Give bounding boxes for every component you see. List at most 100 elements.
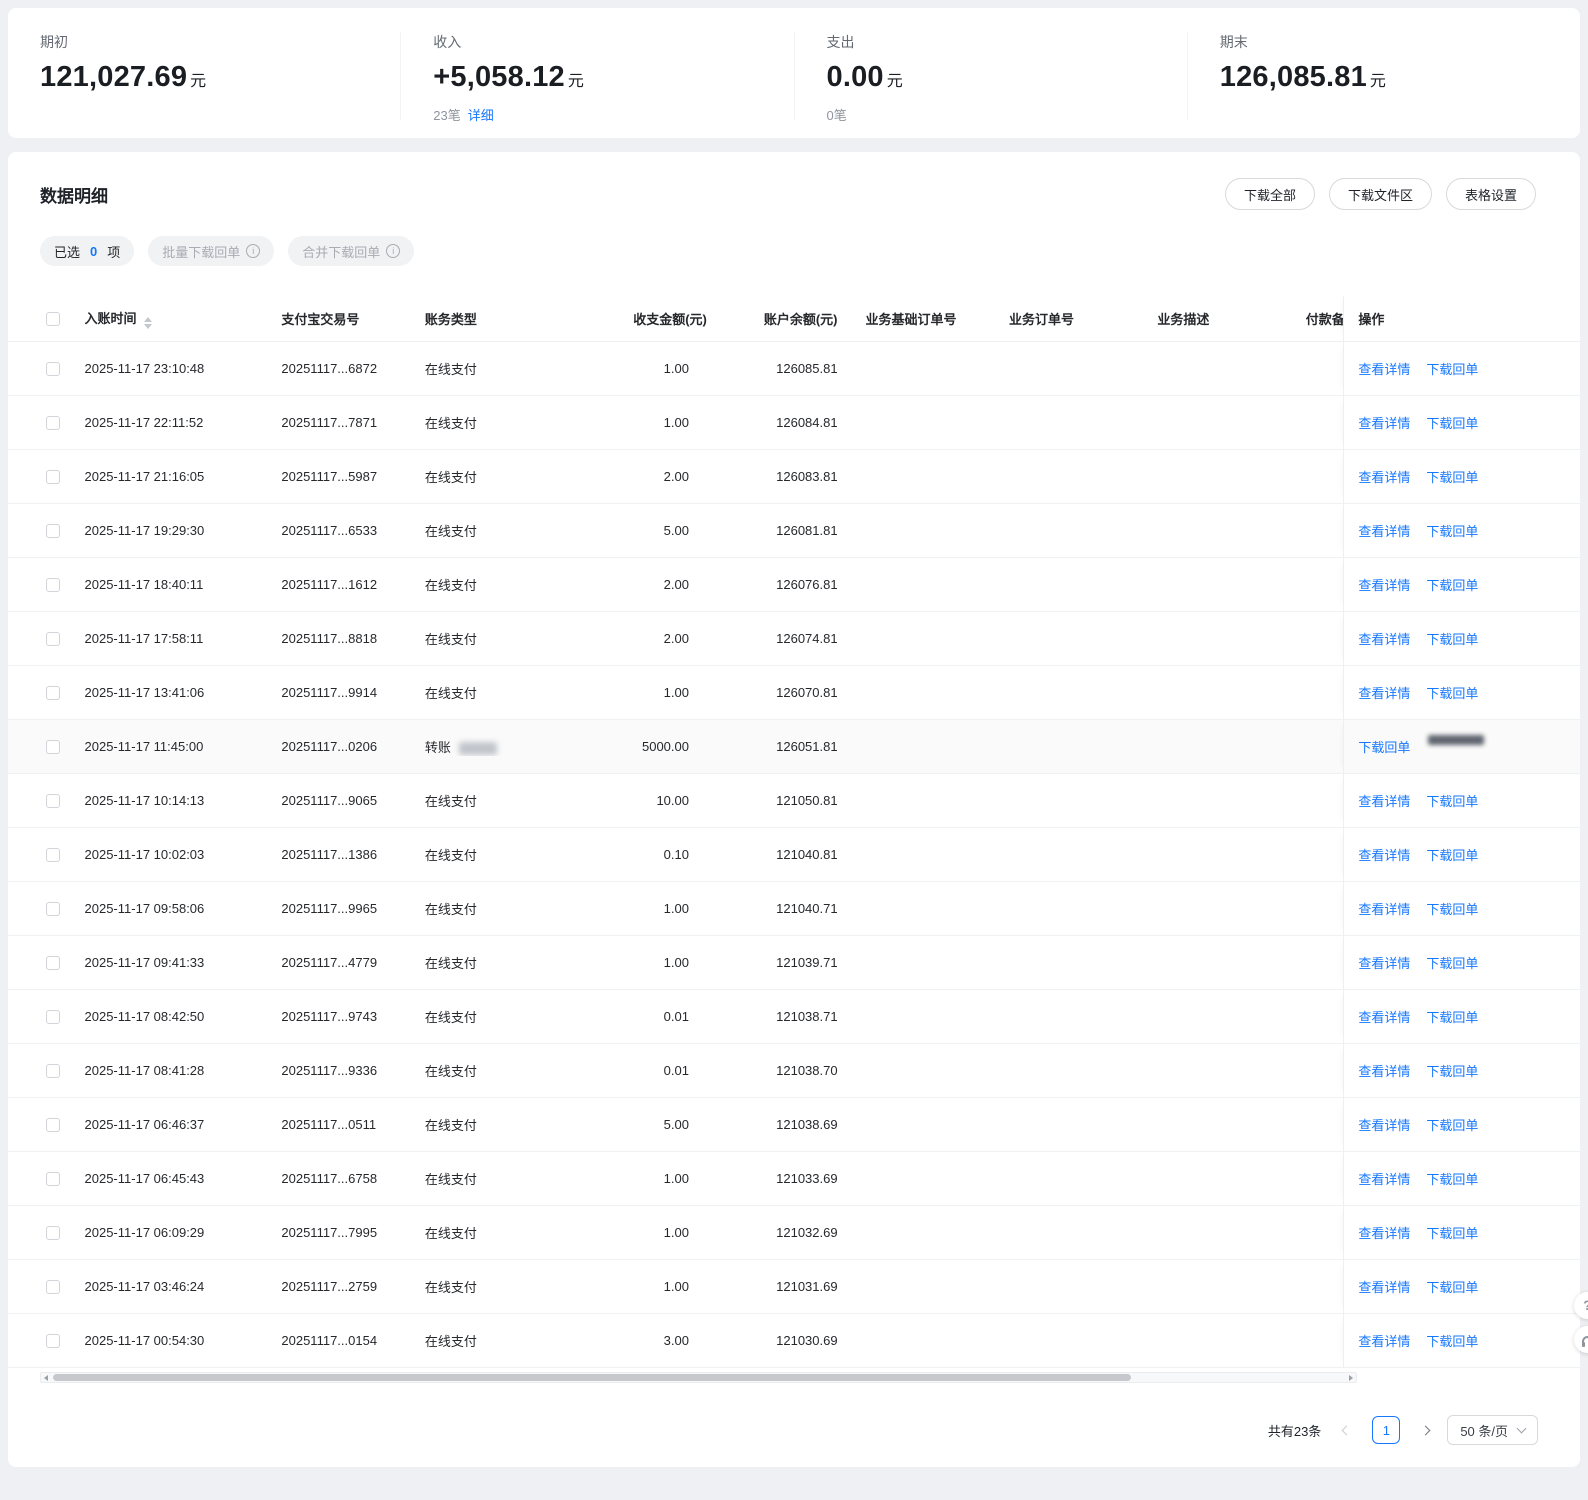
table-row[interactable]: 2025-11-17 09:41:33 20251117...4779 在线支付… bbox=[8, 936, 1581, 990]
row-checkbox[interactable] bbox=[46, 956, 60, 971]
customer-service-icon[interactable] bbox=[1574, 1326, 1588, 1353]
table-row[interactable]: 2025-11-17 18:40:11 20251117...1612 在线支付… bbox=[8, 558, 1581, 612]
batch-download-receipts-button[interactable]: 批量下载回单 bbox=[148, 236, 275, 266]
row-checkbox[interactable] bbox=[46, 1334, 60, 1349]
view-detail-link[interactable]: 查看详情 bbox=[1358, 1277, 1410, 1296]
download-receipt-link[interactable]: 下载回单 bbox=[1426, 1115, 1478, 1134]
cell-balance: 121039.71 bbox=[776, 955, 838, 970]
row-checkbox[interactable] bbox=[46, 1280, 60, 1295]
download-receipt-link[interactable]: 下载回单 bbox=[1426, 575, 1478, 594]
view-detail-link[interactable]: 查看详情 bbox=[1358, 791, 1410, 810]
download-receipt-link[interactable]: 下载回单 bbox=[1426, 413, 1478, 432]
row-checkbox[interactable] bbox=[46, 1010, 60, 1025]
row-checkbox[interactable] bbox=[46, 1226, 60, 1241]
sort-icon[interactable] bbox=[143, 317, 152, 329]
row-checkbox[interactable] bbox=[46, 416, 60, 431]
horizontal-scrollbar[interactable] bbox=[40, 1372, 1357, 1383]
view-detail-link[interactable]: 查看详情 bbox=[1358, 629, 1410, 648]
table-row[interactable]: 2025-11-17 08:42:50 20251117...9743 在线支付… bbox=[8, 990, 1581, 1044]
table-row[interactable]: 2025-11-17 06:45:43 20251117...6758 在线支付… bbox=[8, 1152, 1581, 1206]
column-entry-time[interactable]: 入账时间 bbox=[85, 308, 282, 329]
table-row[interactable]: 2025-11-17 10:02:03 20251117...1386 在线支付… bbox=[8, 828, 1581, 882]
download-receipt-link[interactable]: 下载回单 bbox=[1426, 845, 1478, 864]
table-row[interactable]: 2025-11-17 19:29:30 20251117...6533 在线支付… bbox=[8, 504, 1581, 558]
download-receipt-link[interactable]: 下载回单 bbox=[1426, 791, 1478, 810]
view-detail-link[interactable]: 查看详情 bbox=[1358, 683, 1410, 702]
table-row[interactable]: 2025-11-17 03:46:24 20251117...2759 在线支付… bbox=[8, 1260, 1581, 1314]
row-checkbox[interactable] bbox=[46, 902, 60, 917]
cell-amount: 5.00 bbox=[663, 1117, 689, 1132]
table-settings-button[interactable]: 表格设置 bbox=[1445, 178, 1536, 210]
view-detail-link[interactable]: 查看详情 bbox=[1358, 359, 1410, 378]
view-detail-link[interactable]: 查看详情 bbox=[1358, 953, 1410, 972]
download-receipt-link[interactable]: 下载回单 bbox=[1426, 629, 1478, 648]
view-detail-link[interactable]: 查看详情 bbox=[1358, 575, 1410, 594]
row-checkbox[interactable] bbox=[46, 1118, 60, 1133]
row-checkbox[interactable] bbox=[46, 1172, 60, 1187]
table-row[interactable]: 2025-11-17 11:45:00 20251117...0206 转账 5… bbox=[8, 720, 1581, 774]
table-row[interactable]: 2025-11-17 06:09:29 20251117...7995 在线支付… bbox=[8, 1206, 1581, 1260]
row-checkbox[interactable] bbox=[46, 794, 60, 809]
row-checkbox[interactable] bbox=[46, 578, 60, 593]
row-checkbox[interactable] bbox=[46, 524, 60, 539]
view-detail-link[interactable]: 查看详情 bbox=[1358, 899, 1410, 918]
download-receipt-link[interactable]: 下载回单 bbox=[1426, 899, 1478, 918]
view-detail-link[interactable]: 查看详情 bbox=[1358, 521, 1410, 540]
download-receipt-link[interactable]: 下载回单 bbox=[1426, 359, 1478, 378]
view-detail-link[interactable]: 查看详情 bbox=[1358, 1115, 1410, 1134]
download-receipt-link[interactable]: 下载回单 bbox=[1426, 521, 1478, 540]
table-row[interactable]: 2025-11-17 21:16:05 20251117...5987 在线支付… bbox=[8, 450, 1581, 504]
view-detail-link[interactable]: 查看详情 bbox=[1358, 1223, 1410, 1242]
next-page-button[interactable] bbox=[1420, 1425, 1431, 1435]
row-checkbox[interactable] bbox=[46, 686, 60, 701]
row-checkbox[interactable] bbox=[46, 740, 60, 755]
download-all-button[interactable]: 下载全部 bbox=[1224, 178, 1315, 210]
table-row[interactable]: 2025-11-17 13:41:06 20251117...9914 在线支付… bbox=[8, 666, 1581, 720]
download-receipt-link[interactable]: 下载回单 bbox=[1426, 1331, 1478, 1350]
download-receipt-link[interactable]: 下载回单 bbox=[1426, 1223, 1478, 1242]
download-file-zone-button[interactable]: 下载文件区 bbox=[1328, 178, 1432, 210]
download-receipt-link[interactable]: 下载回单 bbox=[1426, 1061, 1478, 1080]
table-row[interactable]: 2025-11-17 23:10:48 20251117...6872 在线支付… bbox=[8, 342, 1581, 396]
merge-download-receipts-button[interactable]: 合并下载回单 bbox=[288, 236, 415, 266]
view-detail-link[interactable]: 查看详情 bbox=[1358, 1331, 1410, 1350]
scroll-left-arrow-icon[interactable] bbox=[44, 1375, 48, 1381]
row-checkbox[interactable] bbox=[46, 848, 60, 863]
download-receipt-link[interactable]: 下载回单 bbox=[1426, 467, 1478, 486]
view-detail-link[interactable]: 查看详情 bbox=[1358, 467, 1410, 486]
prev-page-button[interactable] bbox=[1341, 1425, 1352, 1435]
table-row[interactable]: 2025-11-17 06:46:37 20251117...0511 在线支付… bbox=[8, 1098, 1581, 1152]
table-row[interactable]: 2025-11-17 00:54:30 20251117...0154 在线支付… bbox=[8, 1314, 1581, 1368]
view-detail-link[interactable]: 查看详情 bbox=[1358, 413, 1410, 432]
view-detail-link[interactable]: 查看详情 bbox=[1358, 1007, 1410, 1026]
cell-balance: 126076.81 bbox=[776, 577, 838, 592]
detail-link[interactable]: 详细 bbox=[468, 108, 494, 123]
table-row[interactable]: 2025-11-17 22:11:52 20251117...7871 在线支付… bbox=[8, 396, 1581, 450]
view-detail-link[interactable]: 下载回单 bbox=[1358, 737, 1410, 756]
help-icon[interactable] bbox=[1574, 1292, 1588, 1319]
select-all-checkbox[interactable] bbox=[46, 312, 60, 327]
table-row[interactable]: 2025-11-17 10:14:13 20251117...9065 在线支付… bbox=[8, 774, 1581, 828]
cell-transaction-no: 20251117...9965 bbox=[281, 901, 378, 916]
cell-entry-time: 2025-11-17 13:41:06 bbox=[84, 685, 205, 700]
row-checkbox[interactable] bbox=[46, 470, 60, 485]
scroll-right-arrow-icon[interactable] bbox=[1349, 1375, 1353, 1381]
cell-entry-time: 2025-11-17 09:58:06 bbox=[84, 901, 205, 916]
view-detail-link[interactable]: 查看详情 bbox=[1358, 845, 1410, 864]
row-checkbox[interactable] bbox=[46, 632, 60, 647]
download-receipt-link[interactable]: 下载回单 bbox=[1426, 683, 1478, 702]
table-row[interactable]: 2025-11-17 09:58:06 20251117...9965 在线支付… bbox=[8, 882, 1581, 936]
download-receipt-link[interactable]: 下载回单 bbox=[1426, 1169, 1478, 1188]
download-receipt-link[interactable]: 下载回单 bbox=[1426, 1007, 1478, 1026]
view-detail-link[interactable]: 查看详情 bbox=[1358, 1061, 1410, 1080]
scrollbar-thumb[interactable] bbox=[53, 1374, 1131, 1381]
view-detail-link[interactable]: 查看详情 bbox=[1358, 1169, 1410, 1188]
page-size-select[interactable]: 50 条/页 bbox=[1447, 1415, 1538, 1445]
download-receipt-link[interactable]: 下载回单 bbox=[1426, 1277, 1478, 1296]
table-row[interactable]: 2025-11-17 08:41:28 20251117...9336 在线支付… bbox=[8, 1044, 1581, 1098]
current-page-button[interactable]: 1 bbox=[1372, 1416, 1401, 1444]
table-row[interactable]: 2025-11-17 17:58:11 20251117...8818 在线支付… bbox=[8, 612, 1581, 666]
row-checkbox[interactable] bbox=[46, 362, 60, 377]
row-checkbox[interactable] bbox=[46, 1064, 60, 1079]
download-receipt-link[interactable]: 下载回单 bbox=[1426, 953, 1478, 972]
